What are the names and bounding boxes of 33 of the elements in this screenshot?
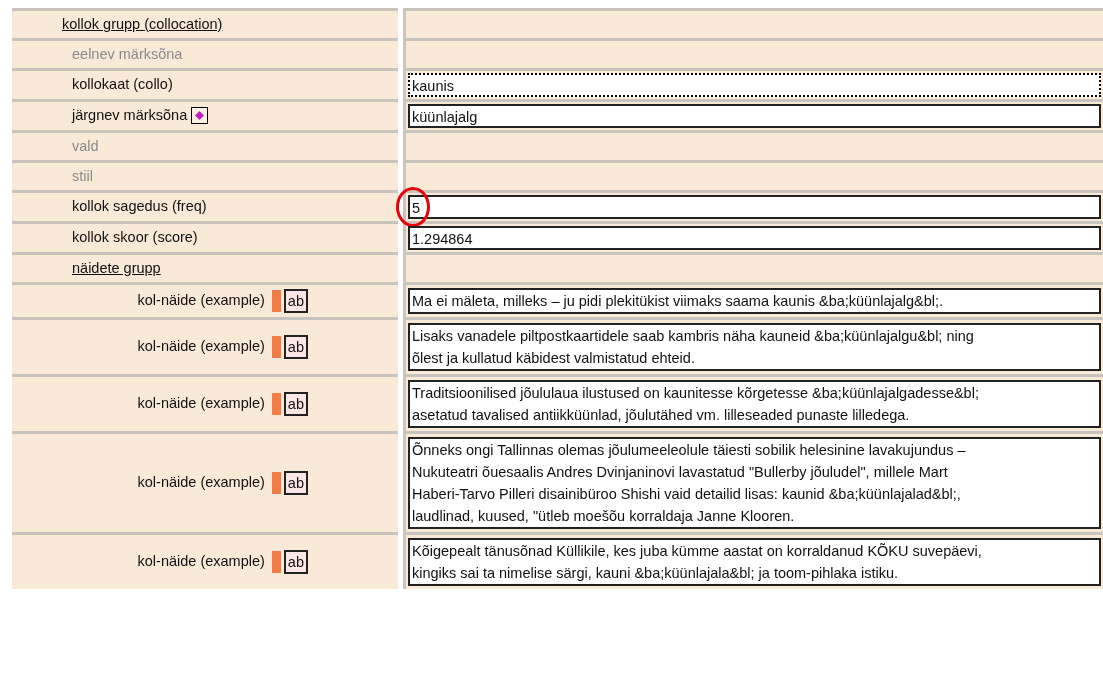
text-field[interactable]: kaunis — [408, 73, 1101, 97]
format-button[interactable]: ab — [283, 550, 308, 574]
text-area[interactable]: Kõigepealt tänusõnad Küllikile, kes juba kümme aastat on korraldanud KÕKU suvepäevi, kingiks sai ta nimelise särgi, kauni &ba;küünlajala&bl; ja toom-pihlaka istiku. — [408, 538, 1101, 586]
field-label: eelnev märksõna — [71, 44, 183, 64]
format-button[interactable]: ab — [283, 392, 308, 416]
color-swatch — [271, 336, 281, 358]
field-label: kol-näide (example) — [137, 552, 265, 572]
field-label: kol-näide (example) — [137, 394, 265, 414]
format-button[interactable]: ab — [283, 335, 308, 359]
text-field[interactable]: küünlajalg — [408, 104, 1101, 128]
field-label: stiil — [71, 166, 93, 186]
field-label: vald — [71, 136, 99, 156]
text-area[interactable]: Õnneks ongi Tallinnas olemas jõulumeeleolule täiesti sobilik helesinine lavakujundus – Nukuteatri õuesaalis Andres Dvinjaninovi lavastatud "Bullerby jõuludel", millele Mart Haberi-Tarvo Pilleri disainibüroo Shishi vaid detailid lisas: kaunid &ba;küünlajalad&bl;, laudlinad, kuused, "ütleb moešõu korraldaja Janne Klooren. — [408, 437, 1101, 529]
field-label: kol-näide (example) — [137, 291, 265, 311]
field-label: järgnev märksõna — [72, 106, 188, 126]
text-area[interactable]: Traditsioonilised jõululaua ilustused on kaunitesse kõrgetesse &ba;küünlajalgadesse&bl; asetatud tavalised antiikküünlad, jõulutähed vm. lilleseaded punaste lilledega. — [408, 380, 1101, 428]
field-label: kol-näide (example) — [137, 337, 265, 357]
group-link[interactable]: kollok grupp (collocation) — [12, 13, 223, 36]
field-label: kollokaat (collo) — [72, 75, 173, 95]
field-label: kollok sagedus (freq) — [72, 197, 207, 217]
group-link[interactable]: näidete grupp — [12, 257, 161, 280]
format-button[interactable]: ab — [283, 471, 308, 495]
color-swatch — [271, 393, 281, 415]
text-field[interactable]: 5 — [408, 195, 1101, 219]
color-swatch — [271, 551, 281, 573]
field-label: kol-näide (example) — [137, 473, 265, 493]
text-field[interactable]: 1.294864 — [408, 226, 1101, 250]
field-label: kollok skoor (score) — [72, 228, 198, 248]
color-swatch — [271, 472, 281, 494]
text-area[interactable]: Ma ei mäleta, milleks – ju pidi plekitükist viimaks saama kaunis &ba;küünlajalg&bl;. — [408, 288, 1101, 314]
color-swatch — [271, 290, 281, 312]
format-button[interactable]: ab — [283, 289, 308, 313]
text-area[interactable]: Lisaks vanadele piltpostkaartidele saab kambris näha kauneid &ba;küünlajalgu&bl; ning õlest ja kullatud käbidest valmistatud ehteid. — [408, 323, 1101, 371]
